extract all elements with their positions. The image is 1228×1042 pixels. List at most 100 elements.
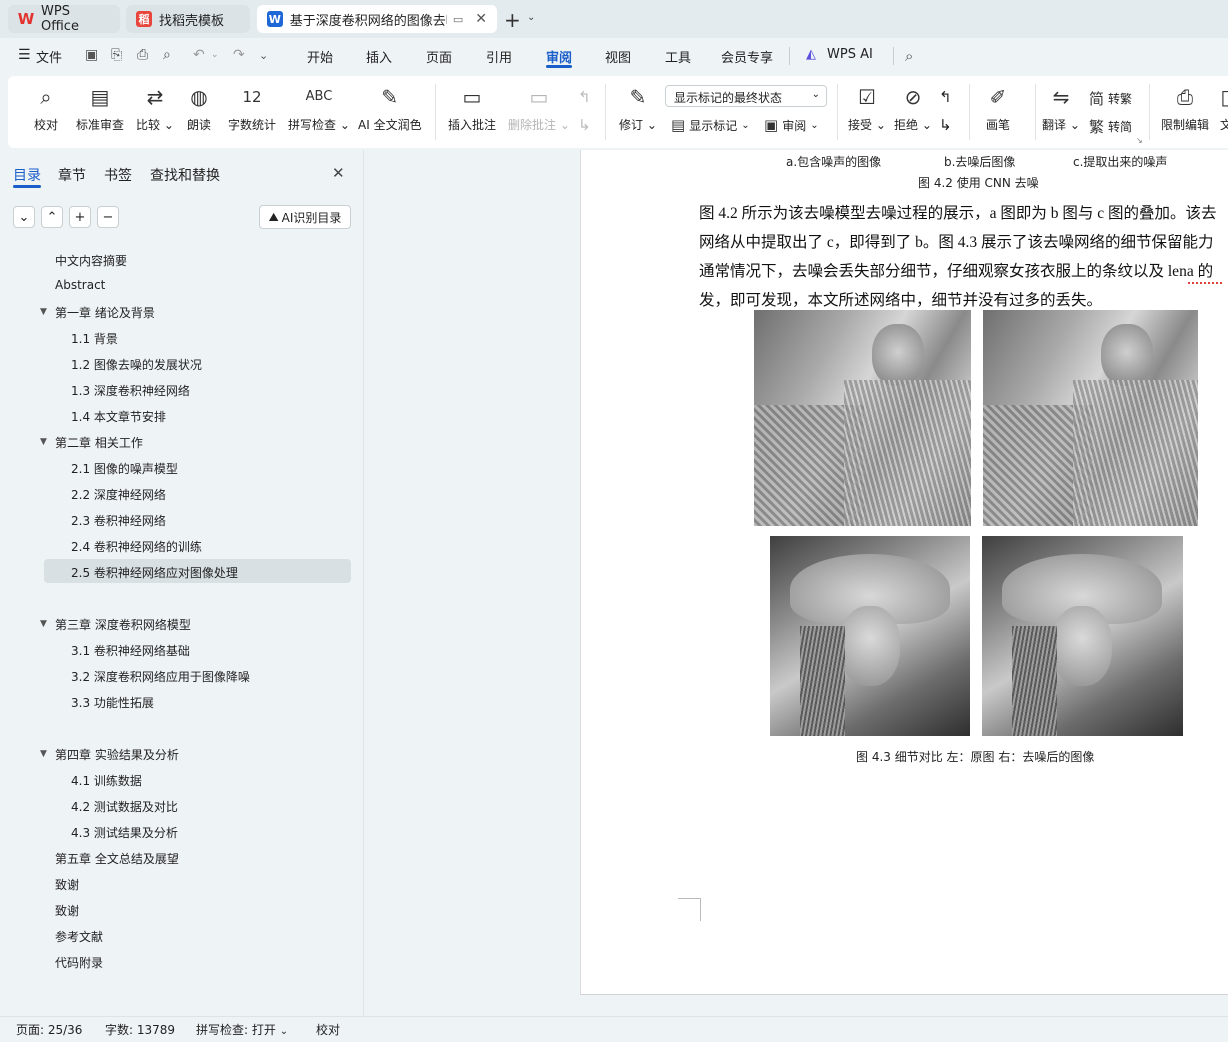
page-indicator[interactable]: 页面: 25/36 bbox=[16, 1021, 82, 1038]
toc-item-selected[interactable]: 2.5 卷积神经网络应对图像处理 bbox=[71, 564, 238, 581]
expand-caret-icon[interactable]: ▼ bbox=[40, 437, 47, 447]
prev-comment-icon[interactable]: ↰ bbox=[578, 88, 591, 106]
expand-caret-icon[interactable]: ▼ bbox=[40, 619, 47, 629]
spell-check-status[interactable]: 拼写检查: 打开 ⌄ bbox=[196, 1021, 288, 1038]
add-heading-button[interactable]: + bbox=[69, 206, 91, 228]
doc-more-button[interactable]: ▯ 文 bbox=[1220, 82, 1228, 133]
tab-chapters[interactable]: 章节 bbox=[58, 165, 86, 185]
to-traditional-button[interactable]: 简 转繁 bbox=[1089, 88, 1132, 109]
expand-caret-icon[interactable]: ▼ bbox=[40, 307, 47, 317]
menu-home[interactable]: 开始 bbox=[307, 47, 333, 66]
tab-bookmarks[interactable]: 书签 bbox=[104, 165, 132, 185]
menu-file[interactable]: 文件 bbox=[36, 47, 62, 66]
menu-review[interactable]: 审阅 bbox=[546, 47, 572, 66]
close-pane-icon[interactable]: ✕ bbox=[332, 164, 345, 182]
print-icon[interactable]: ⎙ bbox=[137, 47, 148, 63]
toc-item[interactable]: 第二章 相关工作 bbox=[55, 434, 143, 451]
expand-caret-icon[interactable]: ▼ bbox=[40, 749, 47, 759]
toc-item[interactable]: 1.4 本文章节安排 bbox=[71, 408, 166, 425]
ai-toc-button[interactable]: ⛰AI识别目录 bbox=[259, 205, 351, 229]
hair-pattern bbox=[1012, 626, 1057, 736]
toc-item[interactable]: 代码附录 bbox=[55, 954, 103, 971]
toc-item[interactable]: 4.3 测试结果及分析 bbox=[71, 824, 178, 841]
track-changes-button[interactable]: ✎ 修订 ⌄ bbox=[619, 82, 657, 133]
delete-comment-button[interactable]: ▭ 删除批注 ⌄ bbox=[508, 82, 570, 133]
prev-change-icon[interactable]: ↰ bbox=[939, 88, 952, 106]
menu-insert[interactable]: 插入 bbox=[366, 47, 392, 66]
toc-item[interactable]: 1.1 背景 bbox=[71, 330, 118, 347]
toc-item[interactable]: 3.3 功能性拓展 bbox=[71, 694, 154, 711]
next-comment-icon[interactable]: ↳ bbox=[578, 116, 591, 134]
toc-item[interactable]: 第五章 全文总结及展望 bbox=[55, 850, 179, 867]
simplified-icon: 繁 bbox=[1089, 116, 1104, 137]
save-icon[interactable]: ▣ bbox=[85, 47, 98, 63]
document-page[interactable]: a.包含噪声的图像 b.去噪后图像 c.提取出来的噪声 图 4.2 使用 CNN… bbox=[580, 150, 1228, 995]
ai-polish-button[interactable]: ✎ AI 全文润色 bbox=[358, 82, 422, 133]
tab-list-chevron-icon[interactable]: ⌄ bbox=[527, 12, 535, 23]
more-chevron-icon[interactable]: ⌄ bbox=[259, 49, 268, 62]
menu-tools[interactable]: 工具 bbox=[665, 47, 691, 66]
read-aloud-button[interactable]: ◍ 朗读 bbox=[187, 82, 211, 133]
tab-find-replace[interactable]: 查找和替换 bbox=[150, 165, 220, 185]
toc-item[interactable]: Abstract bbox=[55, 278, 105, 292]
show-markup-button[interactable]: ▤ 显示标记⌄ bbox=[671, 116, 750, 134]
toc-item[interactable]: 2.1 图像的噪声模型 bbox=[71, 460, 178, 477]
collapse-all-button[interactable]: ⌄ bbox=[13, 206, 35, 228]
accept-button[interactable]: ☑ 接受 ⌄ bbox=[848, 82, 886, 133]
compare-button[interactable]: ⇄ 比较 ⌄ bbox=[136, 82, 174, 133]
tab-document[interactable]: W 基于深度卷积网络的图像去噪 ▭ ✕ bbox=[257, 5, 497, 33]
proofread-status[interactable]: 校对 bbox=[316, 1021, 340, 1038]
redo-icon[interactable]: ↷ bbox=[233, 47, 245, 63]
toc-item[interactable]: 第三章 深度卷积网络模型 bbox=[55, 616, 191, 633]
toc-item[interactable]: 参考文献 bbox=[55, 928, 103, 945]
translate-button[interactable]: ⇋ 翻译 ⌄ bbox=[1042, 82, 1080, 133]
menu-page[interactable]: 页面 bbox=[426, 47, 452, 66]
toc-item[interactable]: 中文内容摘要 bbox=[55, 252, 127, 269]
tab-template[interactable]: 稻 找稻壳模板 bbox=[126, 5, 250, 33]
new-tab-icon[interactable]: + bbox=[504, 8, 521, 32]
close-tab-icon[interactable]: ✕ bbox=[475, 11, 487, 27]
expand-up-button[interactable]: ⌃ bbox=[41, 206, 63, 228]
dialog-launcher-icon[interactable]: ↘ bbox=[1136, 136, 1143, 145]
toc-item[interactable]: 第四章 实验结果及分析 bbox=[55, 746, 179, 763]
next-change-icon[interactable]: ↳ bbox=[939, 116, 952, 134]
to-simplified-button[interactable]: 繁 转简 bbox=[1089, 116, 1132, 137]
toc-item[interactable]: 第一章 绪论及背景 bbox=[55, 304, 155, 321]
toc-item[interactable]: 3.1 卷积神经网络基础 bbox=[71, 642, 190, 659]
spell-check-button[interactable]: ABC 拼写检查 ⌄ bbox=[288, 82, 350, 133]
insert-comment-button[interactable]: ▭ 插入批注 bbox=[448, 82, 496, 133]
export-pdf-icon[interactable]: ⎘ bbox=[111, 47, 122, 63]
reject-button[interactable]: ⊘ 拒绝 ⌄ bbox=[894, 82, 932, 133]
menu-references[interactable]: 引用 bbox=[486, 47, 512, 66]
word-count-button[interactable]: 12 字数统计 bbox=[228, 82, 276, 133]
word-count-indicator[interactable]: 字数: 13789 bbox=[105, 1021, 175, 1038]
tab-wps-office[interactable]: W WPS Office bbox=[8, 5, 120, 33]
toc-item[interactable]: 1.2 图像去噪的发展状况 bbox=[71, 356, 202, 373]
remove-heading-button[interactable]: − bbox=[97, 206, 119, 228]
review-pane-button[interactable]: ▣ 审阅⌄ bbox=[764, 116, 819, 134]
toc-item[interactable]: 4.1 训练数据 bbox=[71, 772, 142, 789]
restrict-editing-button[interactable]: ⎙ 限制编辑 bbox=[1161, 82, 1209, 133]
menu-view[interactable]: 视图 bbox=[605, 47, 631, 66]
menu-member[interactable]: 会员专享 bbox=[721, 47, 773, 66]
toc-item[interactable]: 致谢 bbox=[55, 902, 79, 919]
undo-chevron-icon[interactable]: ⌄ bbox=[211, 50, 219, 60]
proofread-button[interactable]: ⌕ 校对 bbox=[34, 82, 58, 133]
menu-wps-ai[interactable]: WPS AI bbox=[827, 47, 873, 62]
toc-item[interactable]: 2.3 卷积神经网络 bbox=[71, 512, 166, 529]
toc-item[interactable]: 3.2 深度卷积网络应用于图像降噪 bbox=[71, 668, 250, 685]
std-review-button[interactable]: ▤ 标准审查 bbox=[76, 82, 124, 133]
desktop-icon[interactable]: ▭ bbox=[453, 13, 463, 26]
tab-toc[interactable]: 目录 bbox=[13, 165, 41, 185]
toc-item[interactable]: 4.2 测试数据及对比 bbox=[71, 798, 178, 815]
toc-item[interactable]: 1.3 深度卷积神经网络 bbox=[71, 382, 190, 399]
hamburger-icon[interactable]: ☰ bbox=[18, 47, 31, 63]
markup-mode-select[interactable]: 显示标记的最终状态 ⌄ bbox=[665, 85, 827, 107]
search-icon[interactable]: ⌕ bbox=[905, 47, 913, 65]
toc-item[interactable]: 致谢 bbox=[55, 876, 79, 893]
toc-item[interactable]: 2.4 卷积神经网络的训练 bbox=[71, 538, 202, 555]
toc-item[interactable]: 2.2 深度神经网络 bbox=[71, 486, 166, 503]
print-preview-icon[interactable]: ⌕ bbox=[163, 47, 171, 63]
pen-button[interactable]: ✐ 画笔 bbox=[986, 82, 1010, 133]
undo-icon[interactable]: ↶ bbox=[193, 47, 205, 63]
